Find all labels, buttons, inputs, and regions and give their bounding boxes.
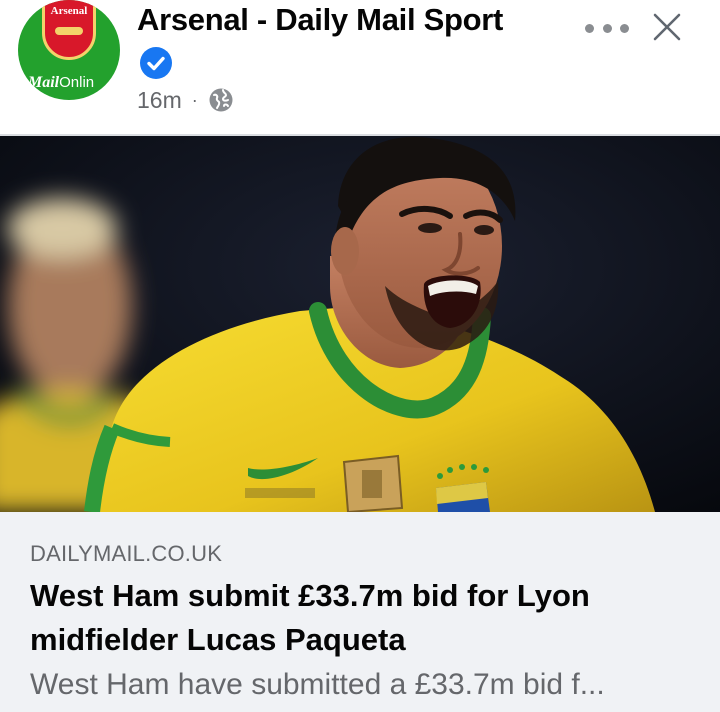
post-meta: 16m · [137,84,234,116]
page-name[interactable]: Arsenal - Daily Mail Sport [137,2,503,38]
close-icon[interactable] [652,12,682,42]
more-options-icon[interactable] [585,16,629,40]
verified-badge-icon [140,47,172,79]
article-photo[interactable] [0,136,720,512]
meta-separator: · [191,89,198,110]
mailonline-logo: MailOnlin [28,74,94,92]
page-avatar[interactable]: Arsenal MailOnlin [18,0,120,100]
timestamp[interactable]: 16m [137,87,182,114]
brand-bold: Mail [28,74,60,91]
crest-text: Arsenal [50,5,88,17]
globe-icon[interactable] [208,87,234,113]
link-domain: DAILYMAIL.CO.UK [30,541,223,566]
link-headline[interactable]: West Ham submit £33.7m bid for Lyon midf… [30,574,690,662]
post-header: Arsenal MailOnlin Arsenal - Daily Mail S… [0,0,720,134]
brand-rest: Onlin [59,74,95,91]
cannon-icon [55,27,83,35]
link-description: West Ham have submitted a £33.7m bid f..… [30,668,605,701]
arsenal-crest-icon: Arsenal [42,0,96,60]
